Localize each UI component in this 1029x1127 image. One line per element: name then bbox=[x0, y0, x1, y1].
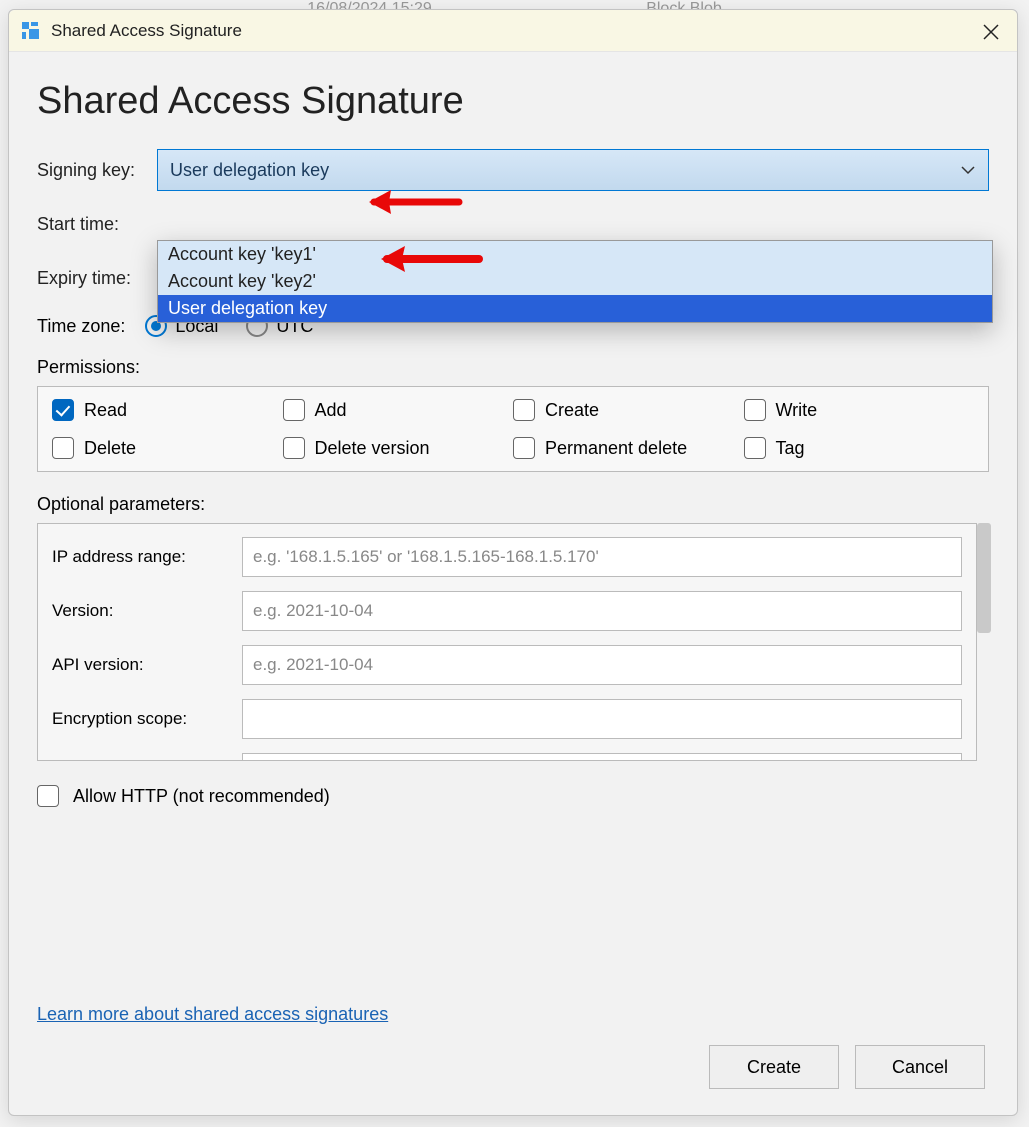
label-timezone: Time zone: bbox=[37, 316, 125, 337]
label-encryption-scope: Encryption scope: bbox=[52, 709, 242, 729]
signing-key-select[interactable]: User delegation key bbox=[157, 149, 989, 191]
dropdown-option-key2[interactable]: Account key 'key2' bbox=[158, 268, 992, 295]
permissions-panel: Read Add Create Write Delete Delete vers… bbox=[37, 386, 989, 472]
perm-write-label: Write bbox=[776, 400, 818, 421]
checkbox-read[interactable] bbox=[52, 399, 74, 421]
checkbox-create[interactable] bbox=[513, 399, 535, 421]
create-button[interactable]: Create bbox=[709, 1045, 839, 1089]
row-start-time: Start time: bbox=[37, 203, 989, 245]
perm-delete[interactable]: Delete bbox=[52, 433, 283, 463]
label-allow-http: Allow HTTP (not recommended) bbox=[73, 786, 330, 807]
page-title: Shared Access Signature bbox=[37, 80, 989, 123]
input-api-version[interactable] bbox=[242, 645, 962, 685]
checkbox-allow-http[interactable] bbox=[37, 785, 59, 807]
learn-more-link[interactable]: Learn more about shared access signature… bbox=[37, 1004, 989, 1025]
signing-key-value: User delegation key bbox=[170, 160, 329, 181]
perm-add-label: Add bbox=[315, 400, 347, 421]
perm-permanent-delete[interactable]: Permanent delete bbox=[513, 433, 744, 463]
signing-key-dropdown[interactable]: Account key 'key1' Account key 'key2' Us… bbox=[157, 240, 993, 323]
row-encryption-scope: Encryption scope: bbox=[52, 698, 962, 740]
scrollbar[interactable] bbox=[977, 523, 991, 633]
dropdown-option-user-delegation[interactable]: User delegation key bbox=[158, 295, 992, 322]
row-allow-http[interactable]: Allow HTTP (not recommended) bbox=[37, 785, 989, 807]
input-version[interactable] bbox=[242, 591, 962, 631]
label-optional: Optional parameters: bbox=[37, 494, 989, 515]
row-version: Version: bbox=[52, 590, 962, 632]
dialog-content: Shared Access Signature Signing key: Use… bbox=[9, 52, 1017, 1115]
perm-create-label: Create bbox=[545, 400, 599, 421]
perm-delete-version-label: Delete version bbox=[315, 438, 430, 459]
input-encryption-scope[interactable] bbox=[242, 699, 962, 739]
perm-add[interactable]: Add bbox=[283, 395, 514, 425]
close-button[interactable] bbox=[979, 20, 1003, 44]
checkbox-tag[interactable] bbox=[744, 437, 766, 459]
perm-tag-label: Tag bbox=[776, 438, 805, 459]
perm-read-label: Read bbox=[84, 400, 127, 421]
checkbox-permanent-delete[interactable] bbox=[513, 437, 535, 459]
chevron-down-icon bbox=[960, 162, 976, 183]
sas-dialog-window: Shared Access Signature Shared Access Si… bbox=[8, 9, 1018, 1116]
row-ip-range: IP address range: bbox=[52, 536, 962, 578]
perm-read[interactable]: Read bbox=[52, 395, 283, 425]
window-title: Shared Access Signature bbox=[51, 21, 242, 41]
cancel-button[interactable]: Cancel bbox=[855, 1045, 985, 1089]
row-signing-key: Signing key: User delegation key bbox=[37, 149, 989, 191]
row-cache-control: Cache control: bbox=[52, 752, 962, 761]
checkbox-write[interactable] bbox=[744, 399, 766, 421]
close-icon bbox=[983, 24, 999, 40]
label-version: Version: bbox=[52, 601, 242, 621]
row-api-version: API version: bbox=[52, 644, 962, 686]
label-permissions: Permissions: bbox=[37, 357, 989, 378]
perm-tag[interactable]: Tag bbox=[744, 433, 975, 463]
checkbox-delete-version[interactable] bbox=[283, 437, 305, 459]
perm-create[interactable]: Create bbox=[513, 395, 744, 425]
label-expiry-time: Expiry time: bbox=[37, 268, 157, 289]
label-start-time: Start time: bbox=[37, 214, 157, 235]
perm-write[interactable]: Write bbox=[744, 395, 975, 425]
optional-panel: IP address range: Version: API version: … bbox=[37, 523, 977, 761]
titlebar: Shared Access Signature bbox=[9, 10, 1017, 52]
checkbox-add[interactable] bbox=[283, 399, 305, 421]
label-signing-key: Signing key: bbox=[37, 160, 157, 181]
checkbox-delete[interactable] bbox=[52, 437, 74, 459]
app-icon bbox=[21, 21, 41, 41]
label-api-version: API version: bbox=[52, 655, 242, 675]
perm-permanent-delete-label: Permanent delete bbox=[545, 438, 687, 459]
input-ip-range[interactable] bbox=[242, 537, 962, 577]
button-bar: Create Cancel bbox=[37, 1025, 989, 1097]
dropdown-option-key1[interactable]: Account key 'key1' bbox=[158, 241, 992, 268]
perm-delete-version[interactable]: Delete version bbox=[283, 433, 514, 463]
perm-delete-label: Delete bbox=[84, 438, 136, 459]
label-ip-range: IP address range: bbox=[52, 547, 242, 567]
input-cache-control[interactable] bbox=[242, 753, 962, 761]
